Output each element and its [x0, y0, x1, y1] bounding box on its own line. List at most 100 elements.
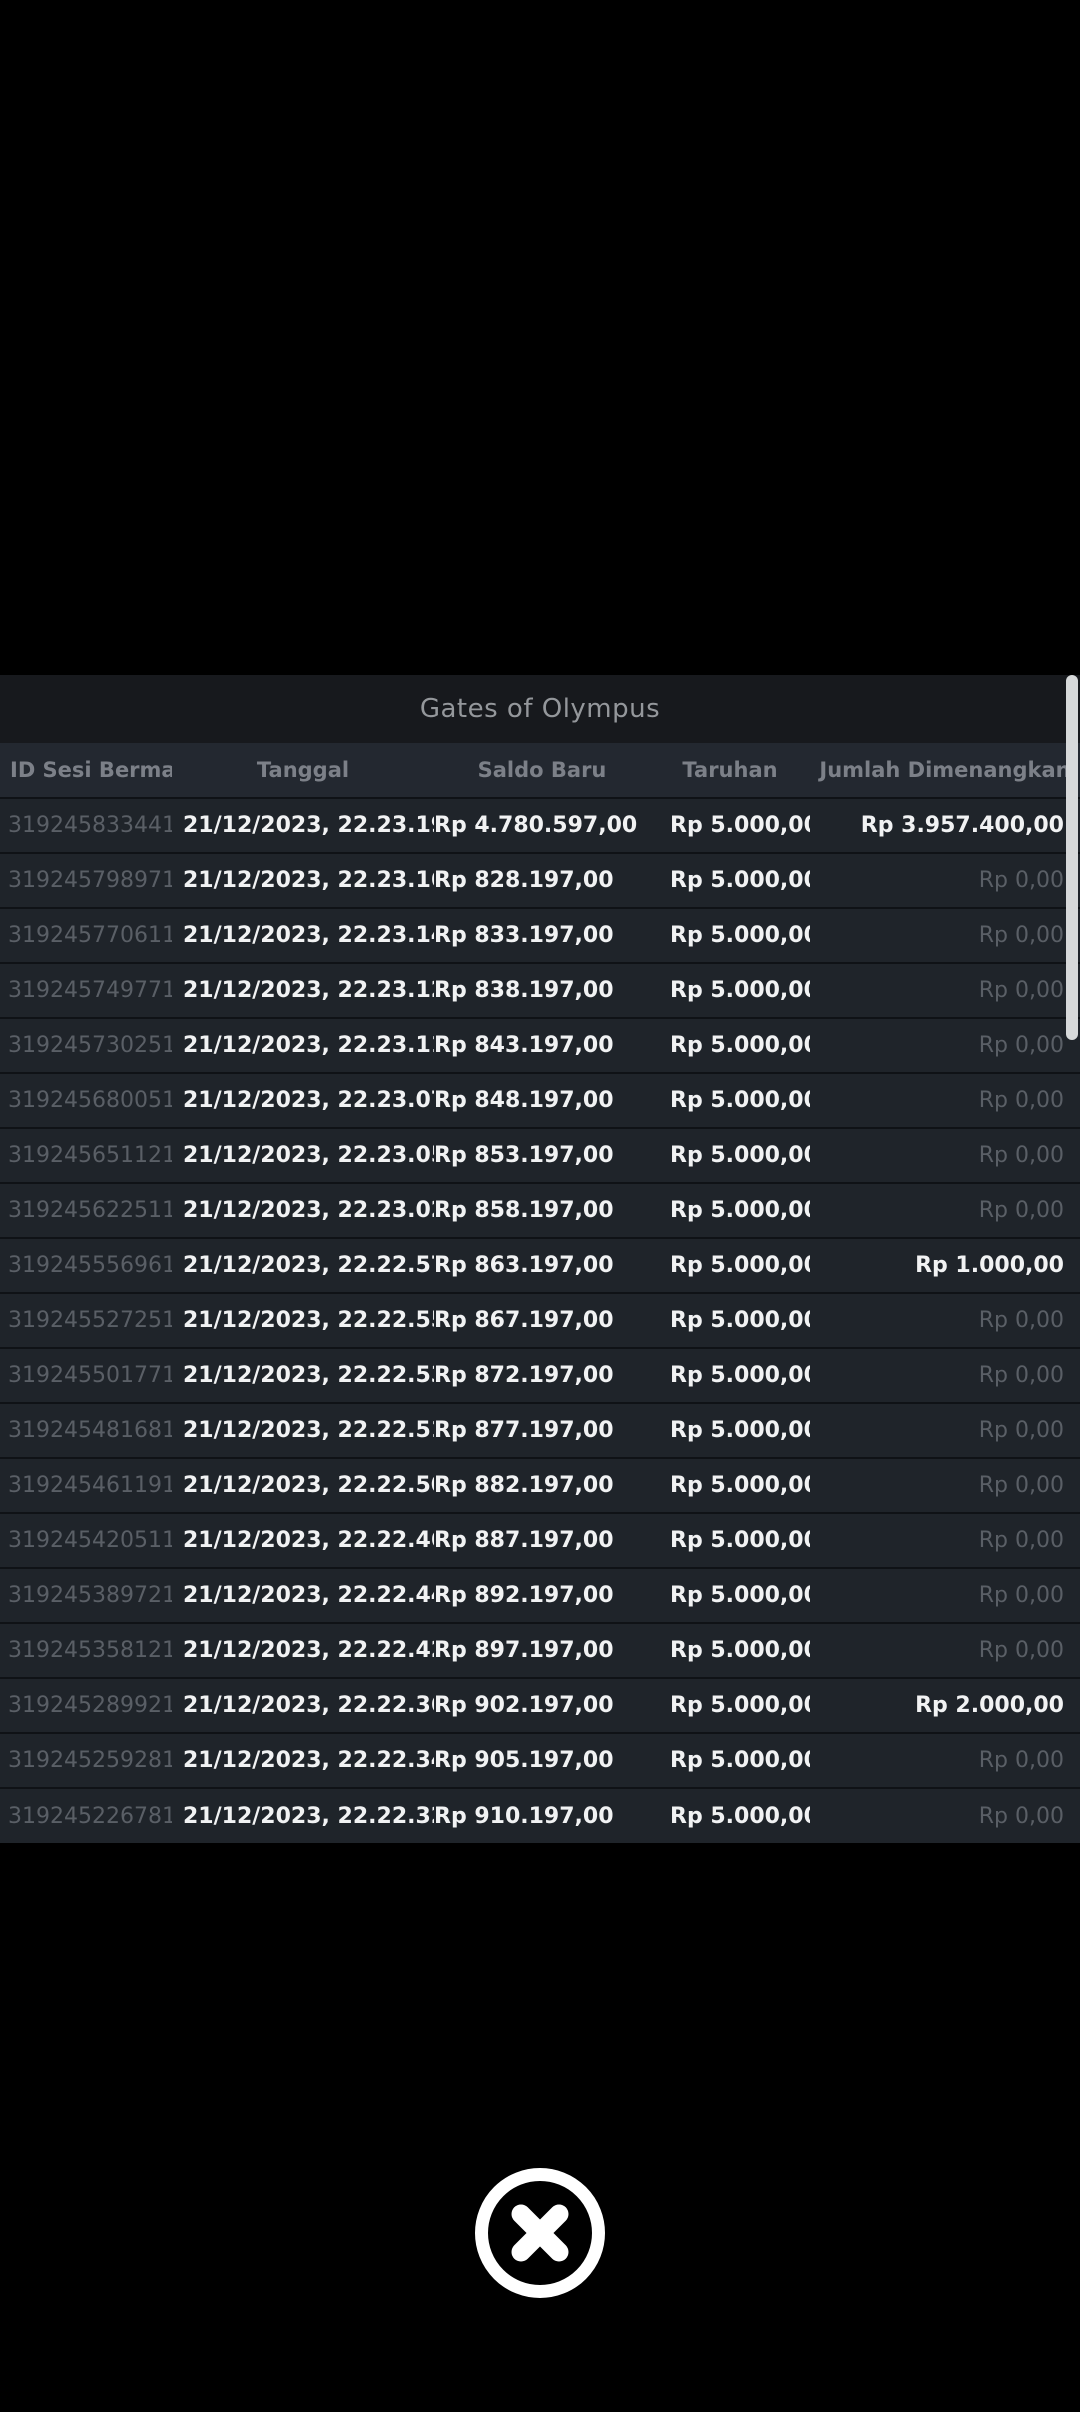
panel-title: Gates of Olympus [420, 694, 660, 724]
amount-won-cell: Rp 0,00 [810, 1348, 1080, 1403]
bet-cell: Rp 5.000,00 [650, 1183, 810, 1238]
session-id-cell: 31924568005104 [0, 1073, 172, 1128]
session-id-cell: 31924528992104 [0, 1678, 172, 1733]
session-id-cell: 31924542051104 [0, 1513, 172, 1568]
session-id-cell: 31924548168104 [0, 1403, 172, 1458]
amount-won-cell: Rp 0,00 [810, 1458, 1080, 1513]
bet-cell: Rp 5.000,00 [650, 1018, 810, 1073]
session-id-cell: 31924522678104 [0, 1788, 172, 1843]
amount-won-cell: Rp 0,00 [810, 1293, 1080, 1348]
session-id-cell: 31924550177104 [0, 1348, 172, 1403]
table-row: 3192453581210421/12/2023, 22.22.42Rp 897… [0, 1623, 1080, 1678]
column-header-bet: Taruhan [650, 743, 810, 798]
bet-cell: Rp 5.000,00 [650, 1678, 810, 1733]
game-history-panel: Gates of Olympus ID Sesi Bermain # Tangg… [0, 675, 1080, 1843]
session-id-cell: 31924538972104 [0, 1568, 172, 1623]
session-id-cell: 31924546119104 [0, 1458, 172, 1513]
new-balance-cell: Rp 853.197,00 [434, 1128, 650, 1183]
date-cell: 21/12/2023, 22.22.44 [172, 1568, 434, 1623]
amount-won-cell: Rp 0,00 [810, 853, 1080, 908]
session-id-cell: 31924583344104 [0, 798, 172, 853]
date-cell: 21/12/2023, 22.22.46 [172, 1513, 434, 1568]
bet-cell: Rp 5.000,00 [650, 1403, 810, 1458]
session-id-cell: 31924562251104 [0, 1183, 172, 1238]
amount-won-cell: Rp 0,00 [810, 908, 1080, 963]
date-cell: 21/12/2023, 22.23.11 [172, 1018, 434, 1073]
table-row: 3192455272510421/12/2023, 22.22.55Rp 867… [0, 1293, 1080, 1348]
new-balance-cell: Rp 828.197,00 [434, 853, 650, 908]
amount-won-cell: Rp 0,00 [810, 1403, 1080, 1458]
table-row: 3192454205110421/12/2023, 22.22.46Rp 887… [0, 1513, 1080, 1568]
new-balance-cell: Rp 882.197,00 [434, 1458, 650, 1513]
column-header-session-id: ID Sesi Bermain # [0, 743, 172, 798]
bet-cell: Rp 5.000,00 [650, 1733, 810, 1788]
new-balance-cell: Rp 872.197,00 [434, 1348, 650, 1403]
column-header-amount-won: Jumlah Dimenangkan [810, 743, 1080, 798]
new-balance-cell: Rp 910.197,00 [434, 1788, 650, 1843]
date-cell: 21/12/2023, 22.22.55 [172, 1293, 434, 1348]
amount-won-cell: Rp 0,00 [810, 1073, 1080, 1128]
bet-cell: Rp 5.000,00 [650, 1458, 810, 1513]
date-cell: 21/12/2023, 22.22.34 [172, 1733, 434, 1788]
bet-cell: Rp 5.000,00 [650, 853, 810, 908]
session-id-cell: 31924535812104 [0, 1623, 172, 1678]
amount-won-cell: Rp 0,00 [810, 1018, 1080, 1073]
bet-cell: Rp 5.000,00 [650, 1128, 810, 1183]
new-balance-cell: Rp 4.780.597,00 [434, 798, 650, 853]
new-balance-cell: Rp 897.197,00 [434, 1623, 650, 1678]
date-cell: 21/12/2023, 22.22.51 [172, 1403, 434, 1458]
session-id-cell: 31924565112104 [0, 1128, 172, 1183]
date-cell: 21/12/2023, 22.23.14 [172, 908, 434, 963]
date-cell: 21/12/2023, 22.22.57 [172, 1238, 434, 1293]
new-balance-cell: Rp 838.197,00 [434, 963, 650, 1018]
date-cell: 21/12/2023, 22.22.53 [172, 1348, 434, 1403]
scrollbar-thumb[interactable] [1066, 675, 1078, 1040]
bet-cell: Rp 5.000,00 [650, 798, 810, 853]
table-row: 3192454611910421/12/2023, 22.22.50Rp 882… [0, 1458, 1080, 1513]
date-cell: 21/12/2023, 22.23.19 [172, 798, 434, 853]
new-balance-cell: Rp 833.197,00 [434, 908, 650, 963]
new-balance-cell: Rp 858.197,00 [434, 1183, 650, 1238]
amount-won-cell: Rp 0,00 [810, 1183, 1080, 1238]
table-row: 3192457497710421/12/2023, 22.23.12Rp 838… [0, 963, 1080, 1018]
table-row: 3192457706110421/12/2023, 22.23.14Rp 833… [0, 908, 1080, 963]
table-row: 3192452899210421/12/2023, 22.22.36Rp 902… [0, 1678, 1080, 1733]
amount-won-cell: Rp 0,00 [810, 963, 1080, 1018]
session-id-cell: 31924552725104 [0, 1293, 172, 1348]
table-row: 3192458334410421/12/2023, 22.23.19Rp 4.7… [0, 798, 1080, 853]
amount-won-cell: Rp 0,00 [810, 1733, 1080, 1788]
amount-won-cell: Rp 0,00 [810, 1568, 1080, 1623]
session-id-cell: 31924555696104 [0, 1238, 172, 1293]
date-cell: 21/12/2023, 22.23.05 [172, 1128, 434, 1183]
bet-cell: Rp 5.000,00 [650, 1238, 810, 1293]
date-cell: 21/12/2023, 22.22.36 [172, 1678, 434, 1733]
table-row: 3192453897210421/12/2023, 22.22.44Rp 892… [0, 1568, 1080, 1623]
bet-cell: Rp 5.000,00 [650, 963, 810, 1018]
session-id-cell: 31924579897104 [0, 853, 172, 908]
date-cell: 21/12/2023, 22.22.50 [172, 1458, 434, 1513]
bet-cell: Rp 5.000,00 [650, 1623, 810, 1678]
new-balance-cell: Rp 843.197,00 [434, 1018, 650, 1073]
column-header-date: Tanggal [172, 743, 434, 798]
amount-won-cell: Rp 1.000,00 [810, 1238, 1080, 1293]
table-row: 3192452267810421/12/2023, 22.22.32Rp 910… [0, 1788, 1080, 1843]
column-header-new-balance: Saldo Baru [434, 743, 650, 798]
session-id-cell: 31924573025104 [0, 1018, 172, 1073]
new-balance-cell: Rp 848.197,00 [434, 1073, 650, 1128]
new-balance-cell: Rp 902.197,00 [434, 1678, 650, 1733]
table-row: 3192457989710421/12/2023, 22.23.16Rp 828… [0, 853, 1080, 908]
new-balance-cell: Rp 863.197,00 [434, 1238, 650, 1293]
amount-won-cell: Rp 0,00 [810, 1128, 1080, 1183]
amount-won-cell: Rp 0,00 [810, 1623, 1080, 1678]
x-icon [488, 2181, 592, 2285]
table-header-row: ID Sesi Bermain # Tanggal Saldo Baru Tar… [0, 743, 1080, 798]
new-balance-cell: Rp 892.197,00 [434, 1568, 650, 1623]
bet-cell: Rp 5.000,00 [650, 1513, 810, 1568]
bet-cell: Rp 5.000,00 [650, 1348, 810, 1403]
table-row: 3192456511210421/12/2023, 22.23.05Rp 853… [0, 1128, 1080, 1183]
close-button[interactable] [475, 2168, 605, 2298]
session-id-cell: 31924574977104 [0, 963, 172, 1018]
amount-won-cell: Rp 2.000,00 [810, 1678, 1080, 1733]
new-balance-cell: Rp 887.197,00 [434, 1513, 650, 1568]
session-id-cell: 31924525928104 [0, 1733, 172, 1788]
